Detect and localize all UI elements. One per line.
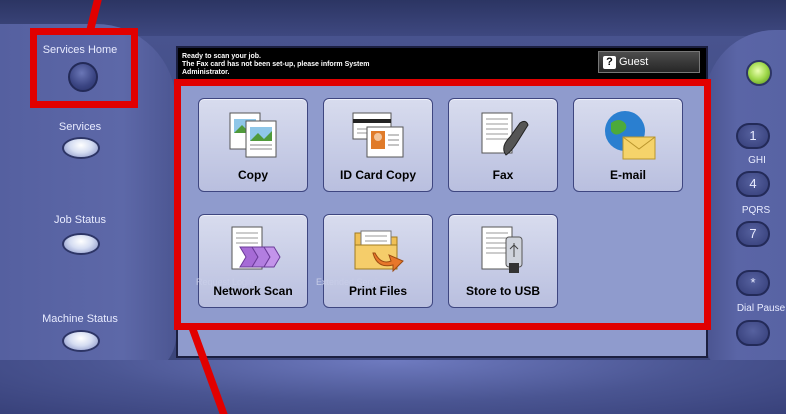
- keypad-7[interactable]: 7: [736, 221, 770, 247]
- machine-status-button[interactable]: [62, 330, 100, 352]
- keypad-4[interactable]: 4: [736, 171, 770, 197]
- services-label: Services: [58, 121, 102, 133]
- highlight-service-tiles: [174, 79, 711, 330]
- job-status-button[interactable]: [62, 233, 100, 255]
- guest-label: Guest: [619, 56, 649, 68]
- keypad-1[interactable]: 1: [736, 123, 770, 149]
- status-line-2: The Fax card has not been set-up, please…: [182, 61, 370, 68]
- dial-pause-label: Dial Pause: [736, 303, 786, 314]
- status-line-1: Ready to scan your job.: [182, 53, 261, 60]
- guest-button[interactable]: ? Guest: [598, 51, 700, 73]
- bottom-bezel: [0, 360, 786, 414]
- keypad-label-pqrs: PQRS: [741, 205, 771, 216]
- power-led-icon: [746, 60, 772, 86]
- status-message: Ready to scan your job. The Fax card has…: [182, 53, 482, 77]
- status-line-3: Administrator.: [182, 69, 230, 76]
- help-icon: ?: [603, 55, 616, 69]
- job-status-label: Job Status: [54, 214, 106, 226]
- machine-status-label: Machine Status: [42, 313, 118, 325]
- status-bar: Ready to scan your job. The Fax card has…: [178, 48, 706, 82]
- keypad-star[interactable]: *: [736, 270, 770, 296]
- dial-pause-button[interactable]: [736, 320, 770, 346]
- highlight-services-home: [30, 28, 138, 108]
- keypad-label-ghi: GHI: [748, 155, 766, 166]
- services-button[interactable]: [62, 137, 100, 159]
